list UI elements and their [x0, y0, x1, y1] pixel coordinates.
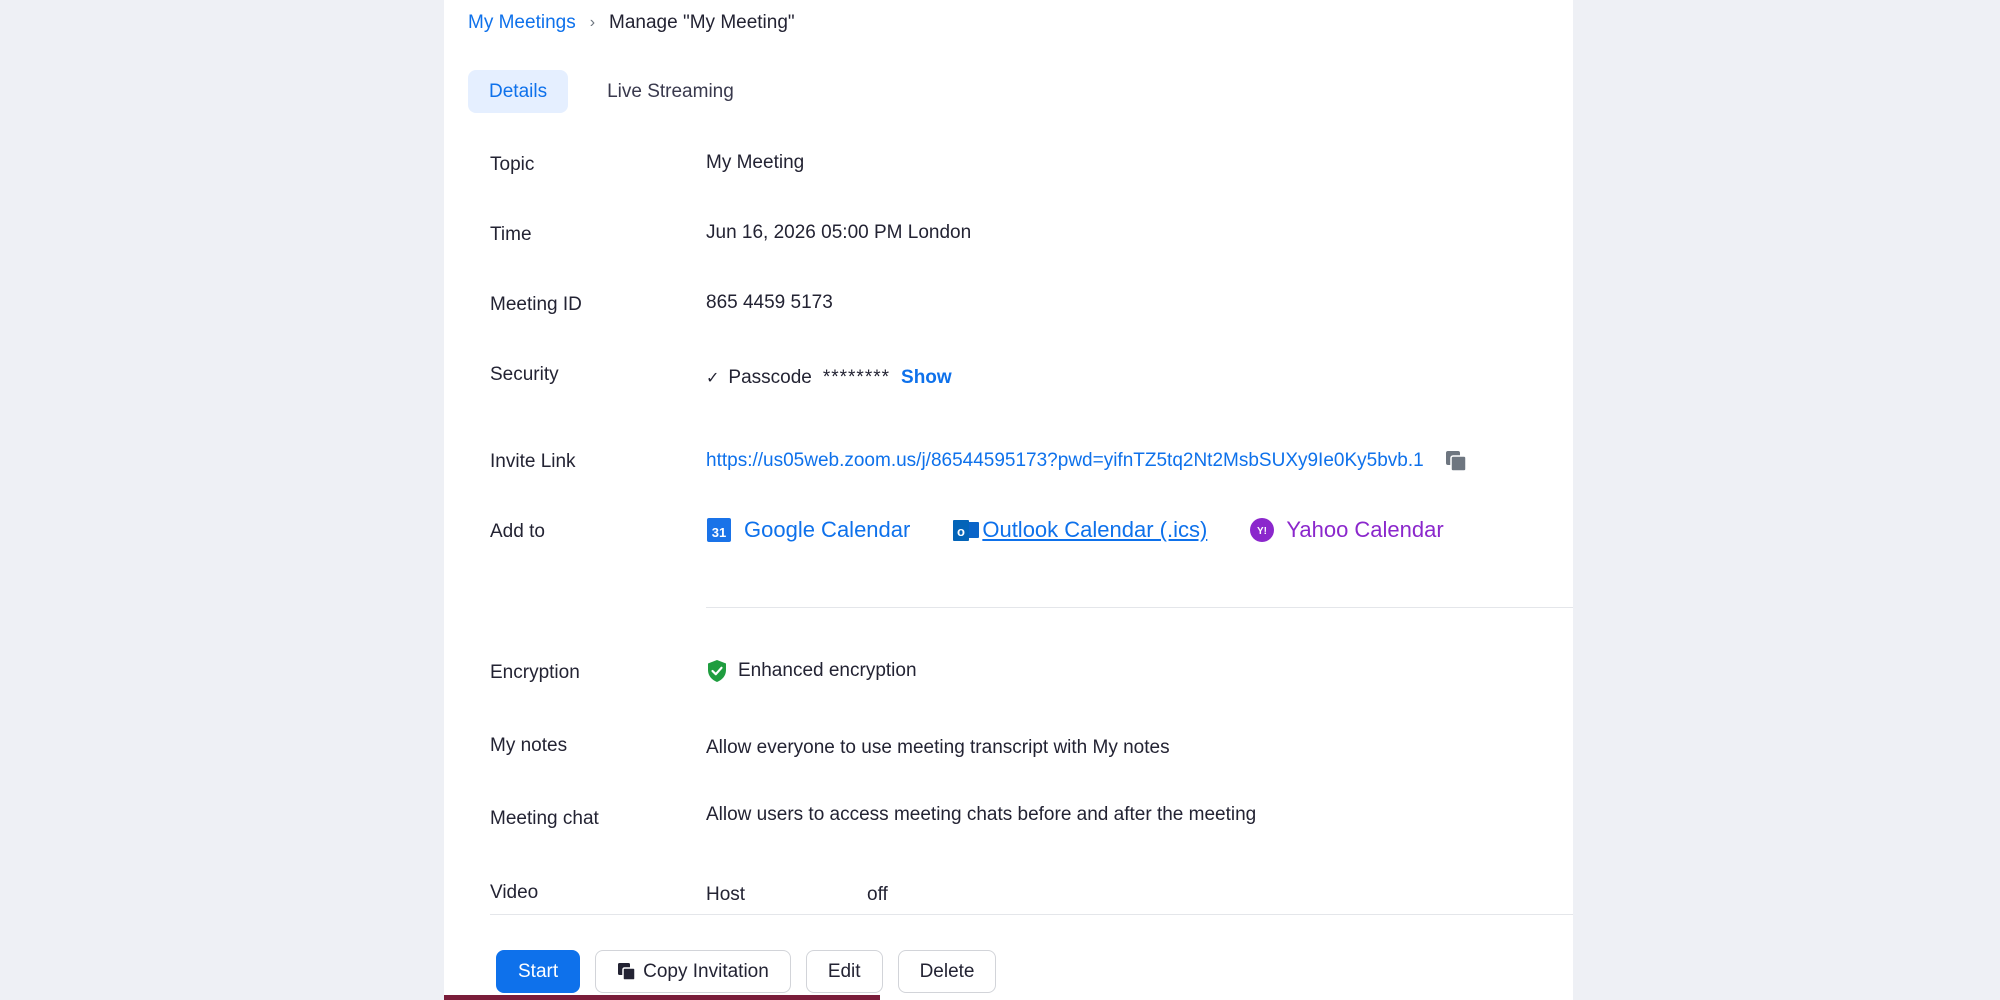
topic-value: My Meeting: [706, 152, 805, 173]
yahoo-calendar-label: Yahoo Calendar: [1286, 517, 1444, 542]
invite-link-row: https://us05web.zoom.us/j/86544595173?pw…: [706, 449, 1468, 473]
show-passcode-link[interactable]: Show: [901, 367, 952, 389]
meeting-id-label: Meeting ID: [490, 294, 582, 315]
yahoo-calendar-icon: Y!: [1250, 518, 1275, 542]
breadcrumb: My Meetings › Manage "My Meeting": [468, 12, 795, 34]
video-host-label: Host: [706, 884, 746, 905]
edit-button[interactable]: Edit: [805, 950, 883, 993]
svg-text:Y!: Y!: [1257, 526, 1267, 537]
copy-invitation-button[interactable]: Copy Invitation: [595, 950, 791, 993]
my-notes-label: My notes: [490, 735, 568, 756]
invite-link-url[interactable]: https://us05web.zoom.us/j/86544595173?pw…: [706, 450, 1424, 472]
google-calendar-link[interactable]: 31 Google Calendar: [706, 517, 910, 543]
tab-live-streaming[interactable]: Live Streaming: [586, 70, 755, 113]
encryption-value: Enhanced encryption: [706, 659, 917, 683]
start-button[interactable]: Start: [496, 950, 581, 993]
encryption-text: Enhanced encryption: [738, 660, 917, 681]
outlook-calendar-label: Outlook Calendar (.ics): [982, 517, 1208, 542]
encryption-label: Encryption: [490, 662, 580, 683]
svg-text:o: o: [957, 524, 965, 539]
topic-label: Topic: [490, 154, 535, 175]
google-calendar-label: Google Calendar: [744, 517, 911, 542]
check-icon: ✓: [706, 370, 720, 387]
action-bar: Start Copy Invitation Edit Delete: [496, 950, 997, 993]
meeting-chat-label: Meeting chat: [490, 808, 599, 829]
invite-link-label: Invite Link: [490, 451, 576, 472]
delete-button[interactable]: Delete: [897, 950, 997, 993]
chevron-right-icon: ›: [589, 14, 596, 31]
my-notes-value: Allow everyone to use meeting transcript…: [706, 737, 1170, 758]
security-value: ✓ Passcode ******** Show: [706, 367, 952, 389]
outlook-calendar-icon: o: [953, 520, 980, 541]
breadcrumb-current: Manage "My Meeting": [609, 12, 795, 33]
actions-divider: [490, 914, 1573, 915]
video-label: Video: [490, 882, 539, 903]
yahoo-calendar-link[interactable]: Y! Yahoo Calendar: [1249, 517, 1444, 543]
time-label: Time: [490, 224, 532, 245]
add-to-calendars: 31 Google Calendar o Outlook Calendar (.…: [706, 517, 1486, 543]
copy-icon: [618, 962, 636, 981]
google-calendar-icon: 31: [707, 518, 731, 542]
tab-bar: Details Live Streaming: [468, 70, 755, 113]
tab-details[interactable]: Details: [468, 70, 569, 113]
bottom-accent-bar: [444, 995, 880, 1000]
security-label: Security: [490, 364, 559, 385]
outlook-calendar-link[interactable]: o Outlook Calendar (.ics): [952, 517, 1207, 543]
passcode-label: Passcode: [728, 367, 812, 388]
section-divider: [706, 607, 1573, 608]
video-host-value: off: [867, 884, 888, 905]
meeting-chat-value: Allow users to access meeting chats befo…: [706, 804, 1257, 825]
shield-check-icon: [708, 660, 726, 682]
breadcrumb-my-meetings-link[interactable]: My Meetings: [468, 12, 576, 34]
add-to-label: Add to: [490, 521, 545, 542]
copy-invitation-label: Copy Invitation: [643, 960, 769, 982]
meeting-detail-panel: My Meetings › Manage "My Meeting" Detail…: [444, 0, 1573, 1000]
meeting-id-value: 865 4459 5173: [706, 292, 833, 313]
copy-icon[interactable]: [1444, 449, 1468, 473]
svg-text:31: 31: [712, 525, 726, 540]
passcode-mask: ********: [822, 367, 891, 388]
time-value: Jun 16, 2026 05:00 PM London: [706, 222, 972, 243]
